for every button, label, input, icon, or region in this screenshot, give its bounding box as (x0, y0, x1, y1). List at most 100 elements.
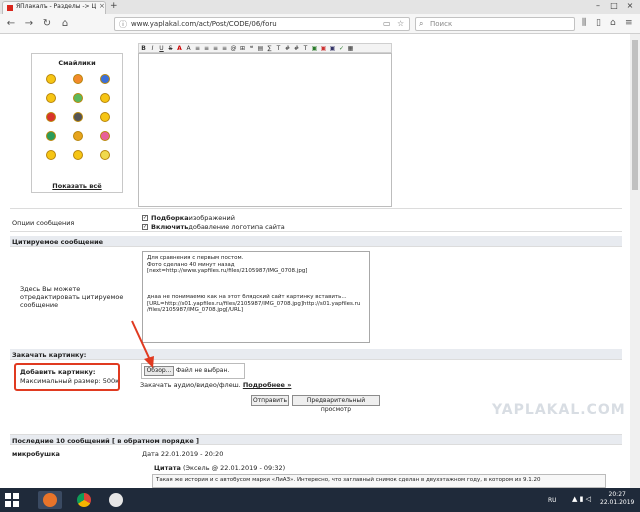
search-input[interactable]: ⌕ Поиск (415, 17, 575, 31)
tab-active[interactable]: ЯПлакалъ - Разделы -> Цити... × (2, 1, 106, 14)
image-icon[interactable]: ▣ (310, 45, 319, 52)
menu-icon[interactable]: ≡ (625, 18, 633, 28)
browser-titlebar: ЯПлакалъ - Разделы -> Цити... × + – □ × (0, 0, 640, 14)
smiley-icon[interactable] (72, 93, 83, 103)
smiley-icon[interactable] (46, 131, 57, 141)
forward-arrow-icon[interactable]: → (22, 17, 36, 31)
media-upload-label: Закачать аудио/видео/флеш. (140, 381, 241, 389)
clock-time: 20:27 (608, 491, 626, 498)
taskbar-firefox-app[interactable] (38, 491, 62, 509)
url-bar[interactable]: ⓘ www.yaplakal.com/act/Post/CODE/06/foru… (114, 17, 410, 31)
reader-view-icon[interactable]: ▭ (383, 19, 391, 28)
option-logo[interactable]: ✓ Включить добавление логотипа сайта (142, 223, 285, 231)
reload-icon[interactable]: ↻ (40, 17, 54, 31)
link-icon[interactable]: ⊞ (238, 45, 247, 52)
watermark: YAPLAKAL.COM (492, 402, 626, 418)
taskbar-app[interactable] (104, 491, 128, 509)
smiley-icon[interactable] (46, 74, 57, 84)
smiley-icon[interactable] (99, 93, 110, 103)
keyboard-language[interactable]: RU (548, 497, 557, 504)
sidebar-icon[interactable]: ▯ (596, 18, 601, 28)
library-icon[interactable]: ⫼ (582, 18, 586, 28)
clock-date: 22.01.2019 (600, 499, 635, 506)
option-label: добавление логотипа сайта (188, 223, 285, 231)
hash-icon[interactable]: # (283, 45, 292, 52)
smiley-icon[interactable] (99, 131, 110, 141)
align-justify-icon[interactable]: ≡ (220, 45, 229, 52)
options-row: Опции сообщения ✓ Подборка изображений ✓… (10, 208, 622, 232)
new-tab-button[interactable]: + (110, 1, 118, 11)
quote-line: днаа не понимаемю как на этот блядский с… (147, 294, 347, 300)
message-textarea[interactable] (138, 53, 392, 207)
align-left-icon[interactable]: ≡ (193, 45, 202, 52)
video-icon[interactable]: ▣ (319, 45, 328, 52)
smiley-icon[interactable] (72, 150, 83, 160)
bold-button[interactable]: B (139, 45, 148, 52)
smiley-icon[interactable] (72, 131, 83, 141)
recent-post-row: микробушка Дата 22.01.2019 - 20:20 Цитат… (10, 446, 622, 488)
taskbar-chrome-app[interactable] (72, 491, 96, 509)
smiley-icon[interactable] (99, 112, 110, 122)
post-date: Дата 22.01.2019 - 20:20 (142, 450, 224, 458)
checkbox-checked[interactable]: ✓ (142, 215, 148, 221)
underline-button[interactable]: U (157, 45, 166, 52)
site-favicon-icon (7, 5, 13, 11)
align-center-icon[interactable]: ≡ (202, 45, 211, 52)
post-author[interactable]: микробушка (12, 450, 60, 458)
show-all-smileys-link[interactable]: Показать всё (32, 182, 122, 190)
quote-icon[interactable]: ❝ (247, 45, 256, 52)
smiley-icon[interactable] (99, 74, 110, 84)
table-icon[interactable]: ▦ (346, 45, 355, 52)
quote-textarea[interactable]: Для сравнения с первым постом. Фото сдел… (142, 251, 370, 343)
maximize-button[interactable]: □ (606, 0, 622, 12)
taskbar-clock[interactable]: 20:27 22.01.2019 (600, 491, 634, 507)
tab-close-icon[interactable]: × (99, 2, 105, 10)
more-link[interactable]: Подробнее » (243, 381, 292, 389)
recent-section-title: Последние 10 сообщений [ в обратном поря… (12, 437, 200, 445)
translit-icon[interactable]: T (274, 45, 283, 52)
check-icon[interactable]: ✓ (337, 45, 346, 52)
quote-section-title: Цитируемое сообщение (12, 238, 104, 246)
quote-title: Цитата (154, 464, 181, 472)
smiley-icon[interactable] (99, 150, 110, 160)
font-size-button[interactable]: A (184, 45, 193, 52)
checkbox-checked[interactable]: ✓ (142, 224, 148, 230)
code-icon[interactable]: ▤ (256, 45, 265, 52)
media-upload-text: Закачать аудио/видео/флеш. Подробнее » (140, 381, 291, 389)
submit-button[interactable]: Отправить (251, 395, 289, 406)
smiley-icon[interactable] (46, 93, 57, 103)
firefox-icon (43, 493, 57, 507)
info-icon[interactable]: ⓘ (119, 19, 127, 30)
text-icon[interactable]: T (301, 45, 310, 52)
scrollbar-thumb[interactable] (632, 40, 638, 190)
smileys-title: Смайлики (58, 59, 96, 67)
smiley-icon[interactable] (46, 112, 57, 122)
smiley-icon[interactable] (46, 150, 57, 160)
windows-taskbar: ▲ ▮ ◁ (0, 488, 640, 512)
preview-button[interactable]: Предварительный просмотр (292, 395, 380, 413)
smiley-icon[interactable] (72, 112, 83, 122)
back-arrow-icon[interactable]: ← (4, 17, 18, 31)
email-icon[interactable]: @ (229, 45, 238, 52)
smileys-panel: Смайлики Показать всё (31, 53, 123, 193)
italic-button[interactable]: I (148, 45, 157, 52)
option-image-gallery[interactable]: ✓ Подборка изображений (142, 214, 235, 222)
tray-icons[interactable]: ▲ ▮ ◁ (572, 495, 591, 503)
editor-toolbar: B I U S A A ≡ ≡ ≡ ≡ @ ⊞ ❝ ▤ ∑ T # # T ▣ … (138, 43, 392, 53)
sum-icon[interactable]: ∑ (265, 45, 274, 52)
minimize-button[interactable]: – (590, 0, 606, 12)
hash2-icon[interactable]: # (292, 45, 301, 52)
option-bold-label: Подборка (151, 214, 189, 222)
bookmark-star-icon[interactable]: ☆ (397, 19, 404, 28)
smiley-icon[interactable] (72, 74, 83, 84)
spoiler-icon[interactable]: ▣ (328, 45, 337, 52)
close-window-button[interactable]: × (622, 0, 638, 12)
strike-button[interactable]: S (166, 45, 175, 52)
align-right-icon[interactable]: ≡ (211, 45, 220, 52)
font-color-button[interactable]: A (175, 45, 184, 52)
windows-start-icon[interactable] (4, 492, 20, 508)
option-bold-label: Включить (151, 223, 189, 231)
home-shortcut-icon[interactable]: ⌂ (610, 18, 616, 28)
quote-section-header: Цитируемое сообщение (10, 236, 622, 247)
home-icon[interactable]: ⌂ (58, 17, 72, 31)
